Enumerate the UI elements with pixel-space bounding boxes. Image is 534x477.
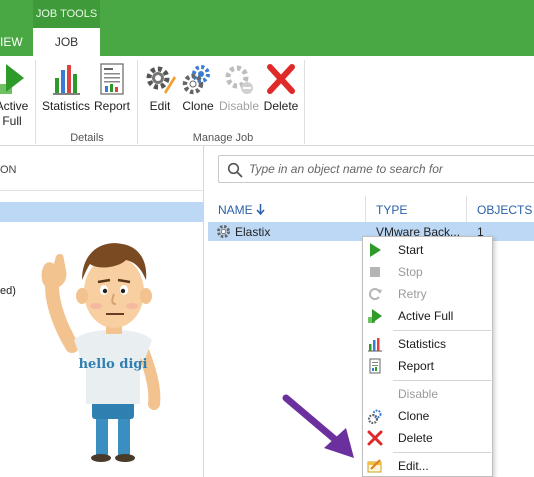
menu-item-disable[interactable]: Disable xyxy=(363,383,492,405)
statistics-icon xyxy=(53,65,80,95)
left-pane-divider xyxy=(0,190,204,191)
ribbon-group-divider xyxy=(137,60,138,144)
statistics-label: Statistics xyxy=(41,99,90,113)
sort-descending-icon xyxy=(256,204,265,216)
menu-item-label: Start xyxy=(398,243,424,257)
clone-icon xyxy=(182,65,210,95)
menu-item-delete[interactable]: Delete xyxy=(363,427,492,449)
clone-button[interactable]: Clone xyxy=(180,62,216,114)
left-pane-selected-item[interactable] xyxy=(0,202,204,222)
edit-icon xyxy=(367,459,382,473)
ribbon-tab-bar: JOB TOOLS IEW JOB xyxy=(0,0,534,56)
report-icon xyxy=(369,358,381,374)
menu-item-active-full[interactable]: Active Full xyxy=(363,305,492,327)
details-group-label: Details xyxy=(70,132,104,144)
stop-icon xyxy=(370,267,380,277)
play-icon xyxy=(370,243,381,257)
disable-button[interactable]: Disable xyxy=(219,62,259,114)
menu-item-label: Report xyxy=(398,359,435,373)
column-divider[interactable] xyxy=(466,196,467,224)
menu-separator xyxy=(393,330,491,331)
menu-item-label: Stop xyxy=(398,265,423,279)
row-name-cell: Elastix xyxy=(235,225,271,239)
clone-icon xyxy=(367,409,382,424)
delete-label: Delete xyxy=(263,99,299,113)
menu-item-label: Disable xyxy=(398,387,439,401)
column-divider[interactable] xyxy=(365,196,366,224)
menu-item-label: Retry xyxy=(398,287,427,301)
edit-label: Edit xyxy=(149,99,171,113)
edit-gear-icon xyxy=(146,66,176,94)
context-tab-group-label: JOB TOOLS xyxy=(33,0,100,28)
search-box xyxy=(218,155,534,183)
active-full-icon xyxy=(368,309,382,323)
left-pane-item[interactable]: ed) xyxy=(0,285,16,297)
statistics-button[interactable]: Statistics xyxy=(40,62,92,114)
job-gear-icon xyxy=(217,225,230,238)
menu-separator xyxy=(393,452,491,453)
delete-x-icon xyxy=(267,64,295,94)
annotation-arrow xyxy=(282,394,354,458)
left-pane-header: ON xyxy=(0,164,17,176)
menu-item-start[interactable]: Start xyxy=(363,239,492,261)
column-header-name-label: NAME xyxy=(218,203,253,217)
ribbon-group-divider xyxy=(35,60,36,144)
menu-item-label: Active Full xyxy=(398,309,454,323)
menu-separator xyxy=(393,380,491,381)
column-header-type[interactable]: TYPE xyxy=(376,203,407,217)
mascot-illustration: hello digi xyxy=(41,243,161,462)
ribbon-group-divider xyxy=(304,60,305,144)
active-full-label-2: Full xyxy=(2,114,22,128)
column-header-objects[interactable]: OBJECTS xyxy=(477,203,532,217)
active-full-button[interactable]: Active Full xyxy=(0,62,30,129)
menu-item-report[interactable]: Report xyxy=(363,355,492,377)
disable-label: Disable xyxy=(219,99,260,113)
search-icon xyxy=(227,162,243,178)
menu-item-label: Clone xyxy=(398,409,430,423)
menu-item-label: Edit... xyxy=(398,459,429,473)
menu-item-label: Statistics xyxy=(398,337,447,351)
report-label: Report xyxy=(93,99,131,113)
mascot-shirt-text: hello digi xyxy=(79,357,148,372)
menu-item-retry[interactable]: Retry xyxy=(363,283,492,305)
menu-item-statistics[interactable]: Statistics xyxy=(363,333,492,355)
menu-item-edit[interactable]: Edit... xyxy=(363,455,492,477)
manage-job-group-label: Manage Job xyxy=(192,132,254,144)
delete-icon xyxy=(367,430,383,446)
report-button[interactable]: Report xyxy=(93,62,131,114)
menu-item-stop[interactable]: Stop xyxy=(363,261,492,283)
report-icon xyxy=(100,63,124,95)
ribbon: Active Full Statistics Report Details xyxy=(0,56,534,146)
active-full-icon xyxy=(0,64,24,94)
column-header-name[interactable]: NAME xyxy=(218,203,265,217)
menu-item-label: Delete xyxy=(398,431,433,445)
menu-item-clone[interactable]: Clone xyxy=(363,405,492,427)
statistics-icon xyxy=(368,338,382,352)
search-input[interactable] xyxy=(249,162,529,176)
delete-button[interactable]: Delete xyxy=(262,62,300,114)
context-menu: Start Stop Retry Active Full Statistics xyxy=(362,236,493,477)
clone-label: Clone xyxy=(182,99,214,113)
disable-gear-icon xyxy=(225,65,253,94)
retry-icon xyxy=(368,288,382,301)
tab-job[interactable]: JOB xyxy=(33,28,100,56)
edit-button[interactable]: Edit xyxy=(143,62,177,114)
tab-view[interactable]: IEW xyxy=(0,28,33,56)
active-full-label-1: Active xyxy=(0,99,29,113)
